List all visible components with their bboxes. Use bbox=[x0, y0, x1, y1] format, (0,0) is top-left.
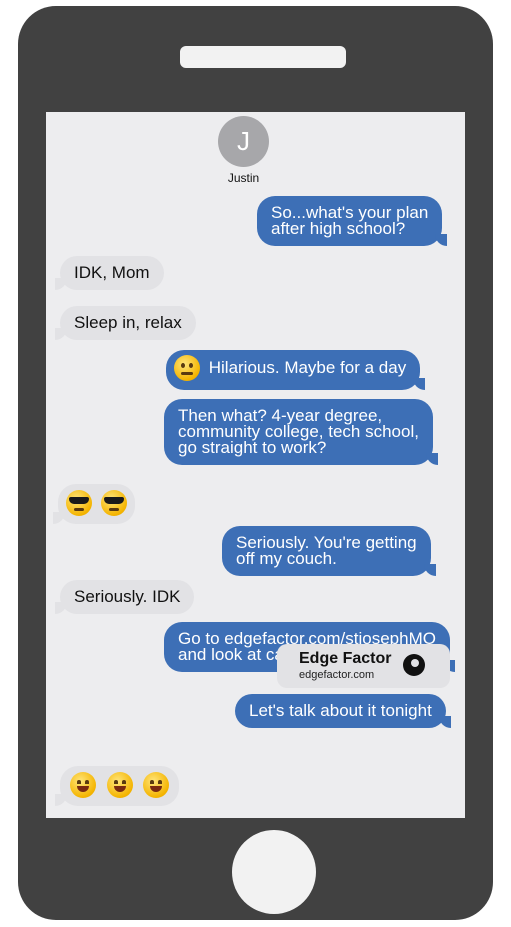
message-outgoing: Seriously. You're getting off my couch. bbox=[222, 526, 436, 576]
message-incoming bbox=[53, 484, 135, 524]
link-card-title: Edge Factor bbox=[299, 650, 392, 667]
sunglasses-face-icon bbox=[66, 490, 92, 516]
message-line: after high school? bbox=[271, 219, 406, 238]
message-outgoing: So...what's your plan after high school? bbox=[257, 196, 448, 246]
message-incoming bbox=[54, 766, 180, 806]
smiling-face-icon bbox=[106, 772, 133, 798]
message-text: Let's talk about it tonight bbox=[249, 701, 432, 720]
link-card-url: edgefactor.com bbox=[299, 669, 375, 681]
message-text: Sleep in, relax bbox=[74, 313, 182, 332]
sunglasses-face-icon bbox=[100, 490, 127, 516]
message-incoming: Sleep in, relax bbox=[55, 306, 196, 340]
message-text: Seriously. IDK bbox=[74, 587, 181, 606]
contact-avatar[interactable]: J bbox=[218, 116, 269, 167]
message-outgoing: Then what? 4-year degree, community coll… bbox=[164, 399, 438, 465]
link-preview-card[interactable]: Edge Factor edgefactor.com bbox=[277, 644, 450, 688]
speaker-slot bbox=[180, 46, 346, 68]
message-outgoing: Hilarious. Maybe for a day bbox=[166, 350, 426, 390]
neutral-face-icon bbox=[174, 355, 200, 381]
smiling-face-icon bbox=[70, 772, 96, 798]
messages-screen: J Justin So...what's your plan after hig… bbox=[46, 112, 465, 818]
edge-factor-logo-icon bbox=[403, 654, 425, 676]
message-line: off my couch. bbox=[236, 549, 337, 568]
message-incoming: Seriously. IDK bbox=[54, 580, 195, 614]
message-line: go straight to work? bbox=[178, 438, 327, 457]
message-text: IDK, Mom bbox=[74, 263, 150, 282]
message-text: Hilarious. Maybe for a day bbox=[208, 358, 407, 377]
home-button[interactable] bbox=[232, 830, 316, 914]
message-incoming: IDK, Mom bbox=[55, 256, 164, 290]
message-outgoing: Let's talk about it tonight bbox=[235, 694, 451, 728]
contact-name[interactable]: Justin bbox=[196, 171, 291, 185]
smiling-face-icon bbox=[143, 772, 170, 798]
